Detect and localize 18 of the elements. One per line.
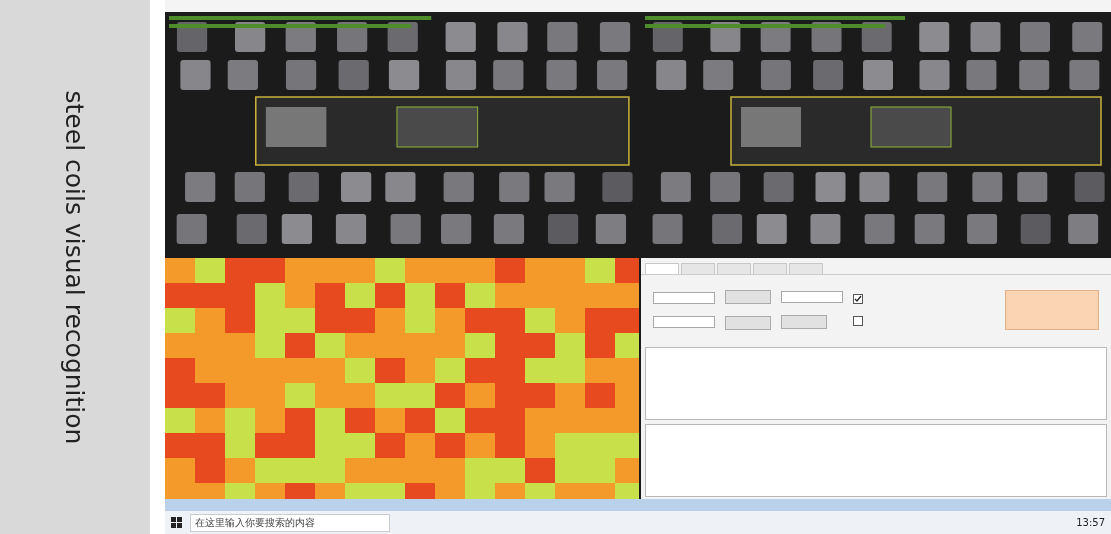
button[interactable] bbox=[781, 315, 827, 329]
dropdown[interactable] bbox=[653, 292, 715, 304]
dropdown[interactable] bbox=[653, 316, 715, 328]
tab[interactable] bbox=[753, 263, 787, 274]
windows-logo-icon[interactable] bbox=[171, 517, 182, 528]
dropdown[interactable] bbox=[781, 291, 843, 303]
tab[interactable] bbox=[717, 263, 751, 274]
tab[interactable] bbox=[645, 263, 679, 274]
checkbox[interactable] bbox=[853, 316, 863, 326]
search-field[interactable]: 在这里输入你要搜索的内容 bbox=[190, 513, 390, 532]
button[interactable] bbox=[1005, 290, 1099, 330]
button[interactable] bbox=[725, 316, 771, 330]
caption: steel coils visual recognition bbox=[60, 90, 90, 444]
checkbox[interactable] bbox=[853, 294, 863, 304]
tab[interactable] bbox=[681, 263, 715, 274]
tab[interactable] bbox=[789, 263, 823, 274]
button[interactable] bbox=[725, 290, 771, 304]
clock: 13:57 bbox=[1076, 517, 1105, 528]
